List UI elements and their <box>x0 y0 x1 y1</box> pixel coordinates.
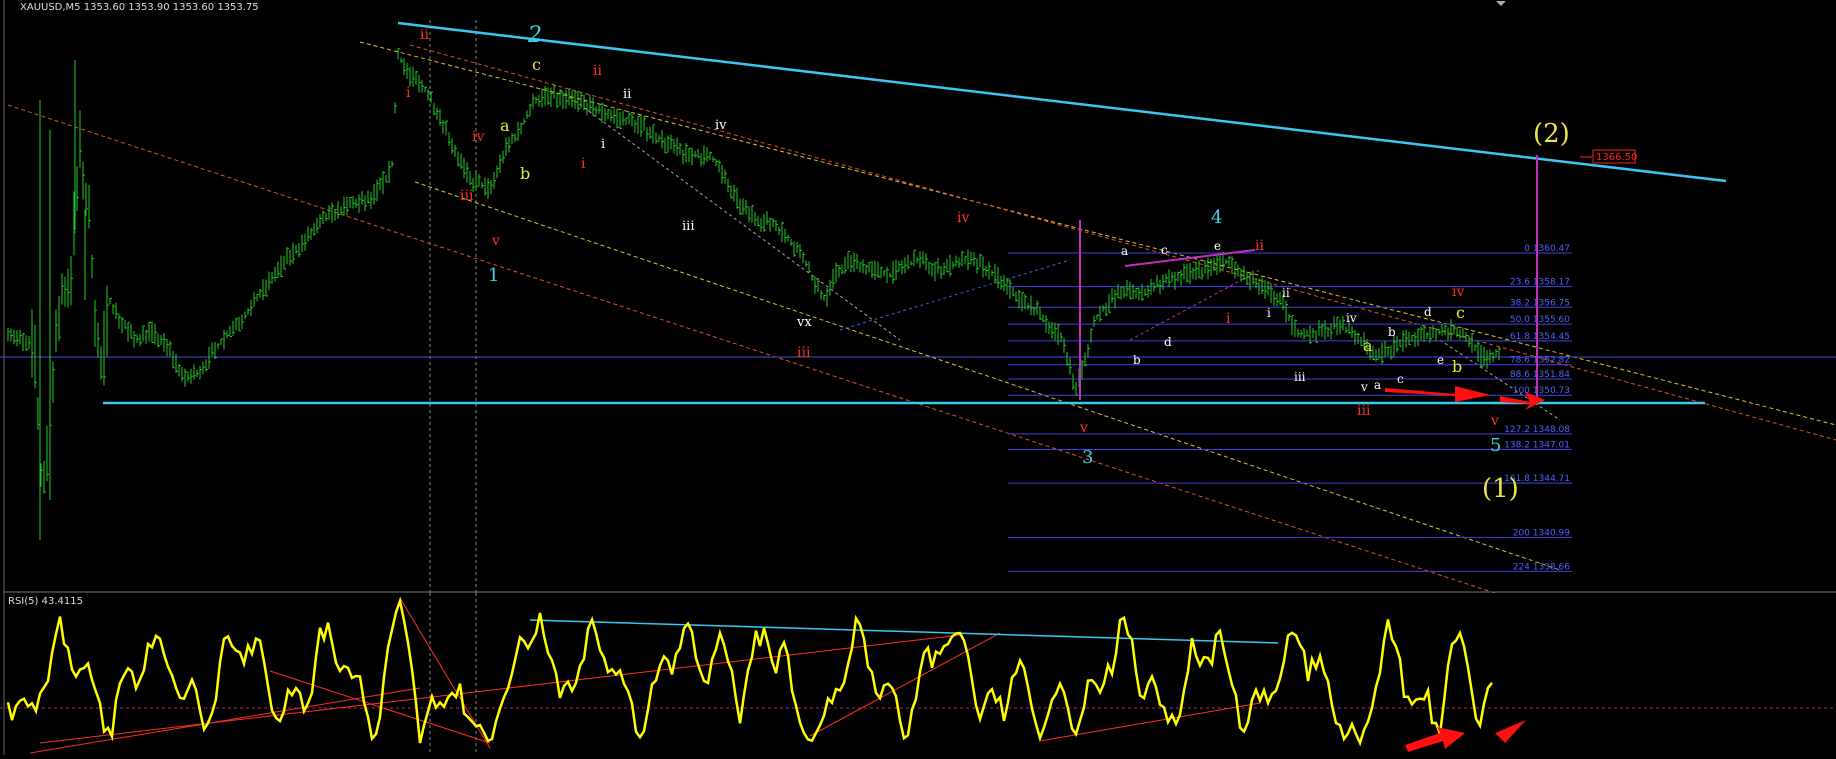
fib-level-label: 224 1338.66 <box>1513 562 1571 572</box>
wave-red-label: iii <box>460 188 474 204</box>
wave-white-label: v <box>1360 380 1368 394</box>
wave-white-label: ii <box>623 87 631 102</box>
wave-red-label: iii <box>797 345 811 361</box>
wave-cycle-1-label: (1) <box>1482 474 1519 504</box>
fib-level-label: 78.6 1352.82 <box>1510 356 1570 366</box>
wave-1-label: 1 <box>488 265 499 286</box>
wave-red-label: iv <box>957 210 969 226</box>
wave-yellow-label: a <box>1363 336 1373 355</box>
wave-red-label: v <box>1490 413 1499 429</box>
wave-white-label: c <box>1397 372 1404 386</box>
fib-level-label: 88.6 1351.84 <box>1510 370 1570 380</box>
wave-white-label: i <box>1267 306 1271 320</box>
wave-white-label: c <box>1161 243 1168 257</box>
wave-white-label: d <box>1164 335 1172 349</box>
wave-yellow-label: c <box>1456 303 1465 322</box>
wave-red-label: ii <box>1255 238 1264 254</box>
wave-yellow-label: c <box>532 55 541 74</box>
wave-white-label: iv <box>715 118 727 133</box>
wave-red-label: v <box>1079 420 1088 436</box>
wave-red-label: iii <box>1357 403 1371 419</box>
wave-white-label: a <box>1121 244 1128 258</box>
wave-red-label: iv <box>1452 284 1464 300</box>
fib-level-label: 127.2 1348.08 <box>1504 425 1570 435</box>
wave-red-label: iv <box>472 129 484 145</box>
wave-red-label: i <box>1226 311 1231 327</box>
wave-white-label: b <box>1388 325 1396 339</box>
price-tag-text: 1366.50 <box>1596 152 1637 163</box>
wave-white-label: i <box>601 137 605 152</box>
wave-yellow-label: b <box>1452 357 1462 376</box>
rsi-header: RSI(5) 43.4115 <box>8 596 83 607</box>
wave-red-label: i <box>406 85 411 101</box>
rsi-chart <box>0 593 1836 755</box>
wave-5-label: 5 <box>1490 435 1501 456</box>
wave-cycle-2-label: (2) <box>1533 119 1570 149</box>
wave-red-label: ii <box>593 63 602 79</box>
price-chart-panel[interactable]: 0 1360.47 23.6 1358.17 38.2 1356.75 50.0 13… <box>0 0 1836 706</box>
wave-white-label: iv <box>1346 311 1357 325</box>
fib-level-label: 138.2 1347.01 <box>1504 441 1570 451</box>
fib-level-label: 61.8 1354.45 <box>1510 332 1570 342</box>
wave-white-label: ii <box>1282 286 1290 300</box>
wave-white-label: e <box>1437 353 1444 367</box>
wave-red-label: i <box>581 156 586 172</box>
symbol-header: XAUUSD,M5 1353.60 1353.90 1353.60 1353.7… <box>20 2 259 13</box>
fib-level-label: 50.0 1355.60 <box>1510 315 1570 325</box>
wave-white-label: iii <box>1294 370 1306 384</box>
wave-red-label: v <box>491 233 500 249</box>
wave-2-label: 2 <box>527 23 542 48</box>
fib-level-label: 38.2 1356.75 <box>1510 298 1570 308</box>
wave-yellow-label: a <box>500 116 510 135</box>
price-chart: 0 1360.47 23.6 1358.17 38.2 1356.75 50.0 13… <box>0 0 1836 706</box>
fib-level-label: 0 1360.47 <box>1524 244 1570 254</box>
wave-white-label: iii <box>682 219 694 234</box>
wave-white-label: vx <box>796 315 812 330</box>
wave-white-label: d <box>1424 305 1432 319</box>
wave-white-label: e <box>1214 239 1221 253</box>
fib-level-label: 200 1340.99 <box>1513 528 1571 538</box>
fib-level-label: 100 1350.73 <box>1513 386 1570 396</box>
wave-yellow-label: b <box>520 164 530 183</box>
rsi-panel[interactable]: RSI(5) 43.4115 <box>0 593 1836 755</box>
wave-white-label: b <box>1133 353 1141 367</box>
wave-3-label: 3 <box>1082 447 1093 468</box>
wave-4-label: 4 <box>1211 207 1222 228</box>
fib-level-label: 23.6 1358.17 <box>1510 278 1570 288</box>
wave-red-label: ii <box>420 27 429 43</box>
wave-white-label: a <box>1374 378 1381 392</box>
